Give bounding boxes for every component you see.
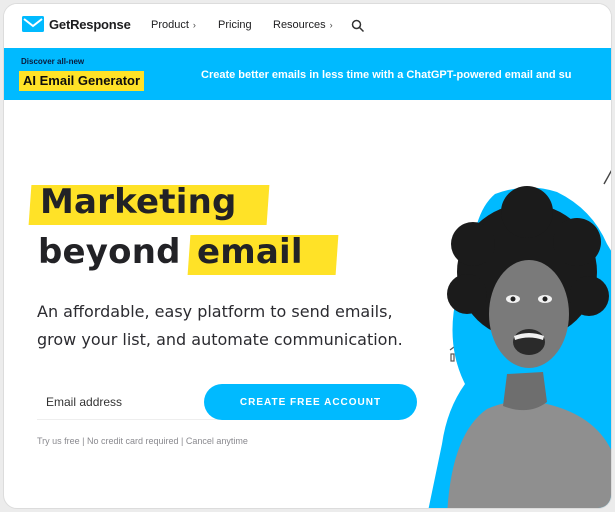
browser-frame: GetResponse Product › Pricing Resources … (3, 3, 612, 509)
banner-text[interactable]: Create better emails in less time with a… (201, 69, 571, 81)
chevron-right-icon: › (192, 20, 196, 30)
banner-headline[interactable]: AI Email Generator (19, 71, 145, 91)
fine-print: Try us free | No credit card required | … (37, 436, 248, 446)
nav-item-label: Product (151, 19, 189, 31)
nav-item-pricing[interactable]: Pricing (218, 19, 252, 31)
top-nav: GetResponse Product › Pricing Resources … (4, 4, 611, 47)
logo-text: GetResponse (49, 16, 131, 32)
hero-subtitle-line1: An affordable, easy platform to send ema… (37, 302, 393, 321)
chevron-right-icon: › (329, 20, 333, 30)
hero-subtitle-line2: grow your list, and automate communicati… (37, 330, 403, 349)
search-icon[interactable] (351, 18, 365, 33)
logo[interactable]: GetResponse (22, 16, 131, 32)
banner-eyebrow: Discover all-new (21, 57, 85, 66)
nav-item-product[interactable]: Product › (151, 19, 196, 31)
hero-title-line2-a: beyond (38, 232, 181, 272)
hero-photo (417, 184, 611, 508)
nav-item-label: Pricing (218, 19, 252, 31)
envelope-logo-icon (22, 16, 44, 32)
hero-title-line1: Marketing (40, 182, 237, 222)
create-free-account-button[interactable]: CREATE FREE ACCOUNT (204, 384, 417, 420)
hero-title-line2-b: email (197, 232, 303, 272)
nav-item-resources[interactable]: Resources › (273, 19, 333, 31)
nav-item-label: Resources (273, 19, 326, 31)
